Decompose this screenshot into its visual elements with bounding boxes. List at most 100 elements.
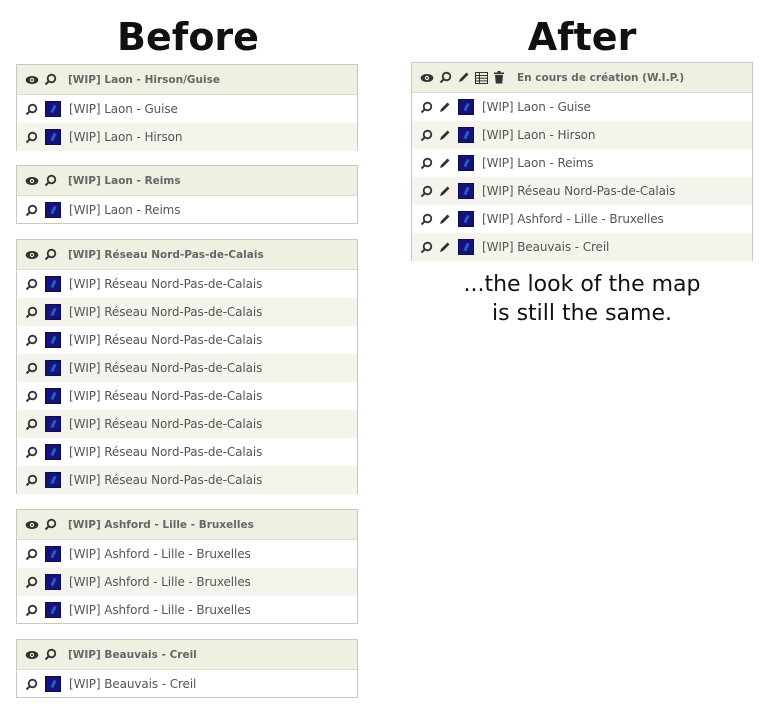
zoom-icon[interactable]: [42, 72, 58, 88]
layer-name[interactable]: [WIP] Ashford - Lille - Bruxelles: [69, 603, 251, 617]
zoom-icon[interactable]: [418, 183, 434, 199]
layer-row: [WIP] Réseau Nord-Pas-de-Calais: [17, 298, 357, 326]
zoom-icon[interactable]: [23, 546, 39, 562]
zoom-icon[interactable]: [23, 360, 39, 376]
before-layer-group: [WIP] Réseau Nord-Pas-de-Calais [WIP] Ré…: [16, 239, 358, 494]
layer-name[interactable]: [WIP] Laon - Reims: [69, 203, 181, 217]
group-title: En cours de création (W.I.P.): [517, 71, 685, 84]
layer-name[interactable]: [WIP] Réseau Nord-Pas-de-Calais: [69, 473, 262, 487]
zoom-icon[interactable]: [42, 247, 58, 263]
group-header: [WIP] Laon - Reims: [17, 166, 357, 196]
layer-name[interactable]: [WIP] Réseau Nord-Pas-de-Calais: [69, 361, 262, 375]
trash-icon[interactable]: [491, 70, 507, 86]
zoom-icon[interactable]: [23, 388, 39, 404]
layer-symbol-icon: [45, 388, 61, 404]
layer-name[interactable]: [WIP] Laon - Hirson: [482, 128, 595, 142]
after-heading: After: [527, 15, 637, 59]
layer-name[interactable]: [WIP] Laon - Guise: [69, 102, 178, 116]
zoom-icon[interactable]: [23, 444, 39, 460]
group-header: [WIP] Beauvais - Creil: [17, 640, 357, 670]
layer-name[interactable]: [WIP] Beauvais - Creil: [482, 240, 609, 254]
layer-symbol-icon: [45, 444, 61, 460]
layer-row: [WIP] Beauvais - Creil: [412, 233, 752, 261]
caption-line: ...the look of the map: [463, 272, 701, 297]
zoom-icon[interactable]: [23, 101, 39, 117]
layer-name[interactable]: [WIP] Laon - Guise: [482, 100, 591, 114]
layer-row: [WIP] Ashford - Lille - Bruxelles: [17, 568, 357, 596]
layer-row: [WIP] Laon - Hirson: [412, 121, 752, 149]
zoom-icon[interactable]: [418, 127, 434, 143]
layer-row: [WIP] Laon - Guise: [412, 93, 752, 121]
before-layer-group: [WIP] Ashford - Lille - Bruxelles [WIP] …: [16, 509, 358, 624]
pencil-icon[interactable]: [436, 127, 452, 143]
layer-symbol-icon: [45, 129, 61, 145]
layer-symbol-icon: [458, 155, 474, 171]
layer-name[interactable]: [WIP] Réseau Nord-Pas-de-Calais: [69, 333, 262, 347]
pencil-icon[interactable]: [455, 70, 471, 86]
pencil-icon[interactable]: [436, 239, 452, 255]
eye-icon[interactable]: [24, 72, 40, 88]
pencil-icon[interactable]: [436, 155, 452, 171]
layer-name[interactable]: [WIP] Réseau Nord-Pas-de-Calais: [69, 389, 262, 403]
group-title: [WIP] Ashford - Lille - Bruxelles: [68, 518, 254, 531]
zoom-icon[interactable]: [418, 99, 434, 115]
zoom-icon[interactable]: [42, 647, 58, 663]
layer-name[interactable]: [WIP] Ashford - Lille - Bruxelles: [482, 212, 664, 226]
layer-symbol-icon: [458, 239, 474, 255]
zoom-icon[interactable]: [23, 676, 39, 692]
zoom-icon[interactable]: [437, 70, 453, 86]
zoom-icon[interactable]: [23, 202, 39, 218]
layer-row: [WIP] Réseau Nord-Pas-de-Calais: [17, 466, 357, 494]
group-title: [WIP] Laon - Hirson/Guise: [68, 73, 220, 86]
layer-symbol-icon: [458, 99, 474, 115]
zoom-icon[interactable]: [23, 472, 39, 488]
zoom-icon[interactable]: [42, 173, 58, 189]
zoom-icon[interactable]: [418, 211, 434, 227]
layer-row: [WIP] Réseau Nord-Pas-de-Calais: [17, 410, 357, 438]
layer-name[interactable]: [WIP] Laon - Reims: [482, 156, 594, 170]
pencil-icon[interactable]: [436, 211, 452, 227]
pencil-icon[interactable]: [436, 183, 452, 199]
group-title: [WIP] Laon - Reims: [68, 174, 181, 187]
eye-icon[interactable]: [24, 247, 40, 263]
zoom-icon[interactable]: [23, 574, 39, 590]
layer-name[interactable]: [WIP] Laon - Hirson: [69, 130, 182, 144]
layer-symbol-icon: [458, 211, 474, 227]
zoom-icon[interactable]: [23, 602, 39, 618]
eye-icon[interactable]: [24, 173, 40, 189]
layer-row: [WIP] Beauvais - Creil: [17, 670, 357, 698]
layer-name[interactable]: [WIP] Réseau Nord-Pas-de-Calais: [69, 445, 262, 459]
layer-name[interactable]: [WIP] Réseau Nord-Pas-de-Calais: [69, 305, 262, 319]
group-header: En cours de création (W.I.P.): [412, 63, 752, 93]
pencil-icon[interactable]: [436, 99, 452, 115]
table-icon[interactable]: [473, 70, 489, 86]
zoom-icon[interactable]: [418, 155, 434, 171]
layer-name[interactable]: [WIP] Beauvais - Creil: [69, 677, 196, 691]
group-title: [WIP] Beauvais - Creil: [68, 648, 197, 661]
before-heading: Before: [117, 15, 259, 59]
zoom-icon[interactable]: [42, 517, 58, 533]
zoom-icon[interactable]: [23, 276, 39, 292]
zoom-icon[interactable]: [23, 416, 39, 432]
layer-symbol-icon: [45, 276, 61, 292]
eye-icon[interactable]: [419, 70, 435, 86]
zoom-icon[interactable]: [23, 332, 39, 348]
zoom-icon[interactable]: [418, 239, 434, 255]
eye-icon[interactable]: [24, 647, 40, 663]
layer-name[interactable]: [WIP] Réseau Nord-Pas-de-Calais: [482, 184, 675, 198]
layer-row: [WIP] Ashford - Lille - Bruxelles: [17, 540, 357, 568]
layer-name[interactable]: [WIP] Réseau Nord-Pas-de-Calais: [69, 417, 262, 431]
zoom-icon[interactable]: [23, 304, 39, 320]
caption: ...the look of the map is still the same…: [412, 270, 752, 328]
before-layer-group: [WIP] Laon - Hirson/Guise [WIP] Laon - G…: [16, 64, 358, 151]
layer-row: [WIP] Laon - Hirson: [17, 123, 357, 151]
layer-name[interactable]: [WIP] Ashford - Lille - Bruxelles: [69, 547, 251, 561]
layer-row: [WIP] Ashford - Lille - Bruxelles: [17, 596, 357, 624]
layer-symbol-icon: [45, 602, 61, 618]
layer-name[interactable]: [WIP] Réseau Nord-Pas-de-Calais: [69, 277, 262, 291]
layer-name[interactable]: [WIP] Ashford - Lille - Bruxelles: [69, 575, 251, 589]
layer-symbol-icon: [45, 101, 61, 117]
zoom-icon[interactable]: [23, 129, 39, 145]
eye-icon[interactable]: [24, 517, 40, 533]
layer-row: [WIP] Réseau Nord-Pas-de-Calais: [17, 382, 357, 410]
